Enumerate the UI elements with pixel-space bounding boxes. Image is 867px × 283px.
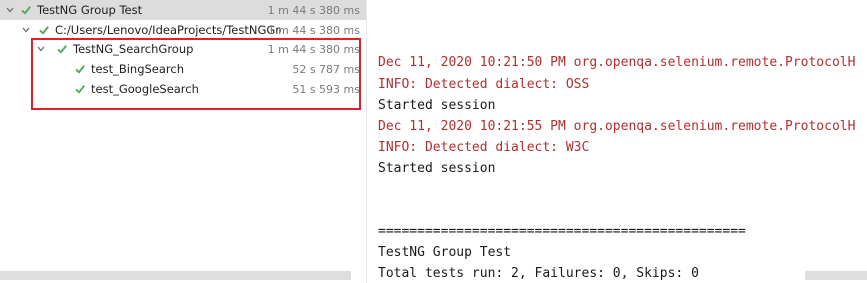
tree-row-duration: 1 m 44 s 380 ms — [267, 23, 360, 37]
test-tree-panel: TestNG Group Test 1 m 44 s 380 ms C:/Use… — [0, 0, 366, 283]
horizontal-scrollbar[interactable] — [805, 271, 867, 280]
check-icon — [56, 43, 68, 55]
tree-row-duration: 1 m 44 s 380 ms — [267, 3, 360, 17]
check-icon — [74, 83, 86, 95]
tree-row-test[interactable]: test_GoogleSearch 51 s 593 ms — [0, 79, 366, 99]
tree-row-duration: 51 s 593 ms — [292, 82, 360, 96]
console-line: Started session — [378, 98, 496, 113]
check-icon — [20, 4, 32, 16]
console-line: TestNG Group Test — [378, 245, 512, 260]
tree-row-root[interactable]: TestNG Group Test 1 m 44 s 380 ms — [0, 0, 366, 20]
check-icon — [74, 63, 86, 75]
chevron-down-icon[interactable] — [35, 43, 47, 55]
horizontal-scrollbar[interactable] — [0, 271, 351, 280]
tree-row-test[interactable]: test_BingSearch 52 s 787 ms — [0, 59, 366, 79]
tree-row-group[interactable]: TestNG_SearchGroup 1 m 44 s 380 ms — [0, 39, 366, 59]
tree-row-duration: 1 m 44 s 380 ms — [267, 42, 360, 56]
tree-row-label: test_BingSearch — [91, 62, 185, 76]
check-icon — [38, 24, 50, 36]
tree-row-path[interactable]: C:/Users/Lenovo/IdeaProjects/TestNGGrou … — [0, 20, 366, 40]
tree-row-label: TestNG Group Test — [37, 3, 143, 17]
console-line: ========================================… — [378, 224, 746, 239]
console-output: Dec 11, 2020 10:21:50 PM org.openqa.sele… — [367, 0, 867, 283]
console-line: Total tests run: 2, Failures: 0, Skips: … — [378, 266, 699, 281]
console-line: INFO: Detected dialect: OSS — [378, 77, 590, 92]
console-line: Started session — [378, 161, 496, 176]
chevron-down-icon[interactable] — [4, 4, 16, 16]
console-line: INFO: Detected dialect: W3C — [378, 140, 590, 155]
tree-row-label: C:/Users/Lenovo/IdeaProjects/TestNGGrou — [55, 23, 281, 37]
tree-row-label: test_GoogleSearch — [91, 82, 199, 96]
tree-row-duration: 52 s 787 ms — [292, 62, 360, 76]
console-line: Dec 11, 2020 10:21:50 PM org.openqa.sele… — [378, 55, 856, 70]
tree-row-label: TestNG_SearchGroup — [73, 42, 194, 56]
chevron-down-icon[interactable] — [20, 24, 32, 36]
console-line: Dec 11, 2020 10:21:55 PM org.openqa.sele… — [378, 119, 856, 134]
